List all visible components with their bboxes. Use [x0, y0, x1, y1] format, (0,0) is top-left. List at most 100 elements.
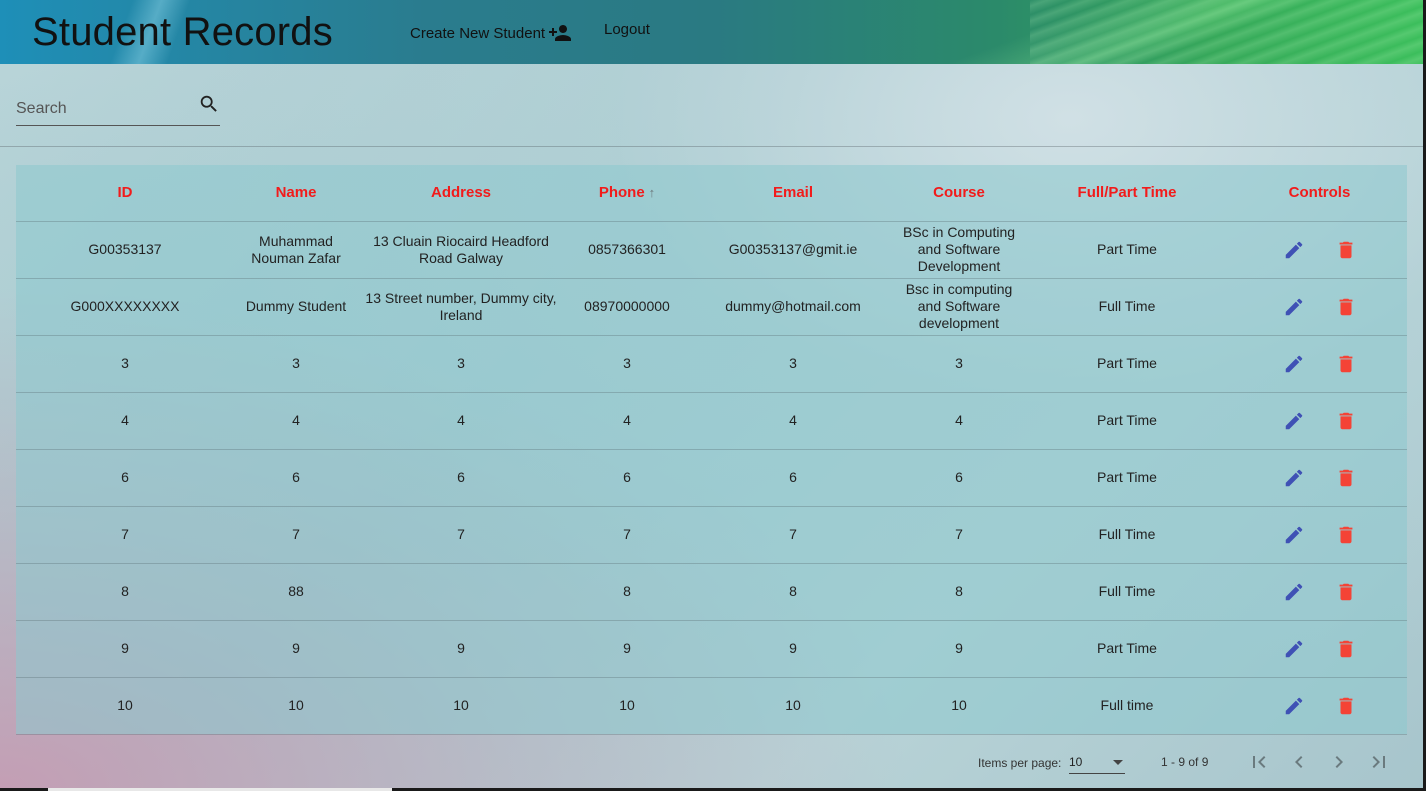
column-header-email[interactable]: Email: [690, 165, 896, 222]
cell-name: 3: [234, 335, 358, 393]
cell-id: 6: [16, 449, 234, 507]
trash-icon[interactable]: [1335, 239, 1357, 261]
cell-id: 7: [16, 506, 234, 564]
page-range: 1 - 9 of 9: [1161, 755, 1209, 769]
row-controls: [1236, 524, 1403, 546]
table-row: 3 3 3 3 3 3 Part Time: [16, 335, 1407, 393]
edit-icon[interactable]: [1283, 353, 1305, 375]
cell-controls: [1232, 563, 1407, 621]
edit-icon[interactable]: [1283, 296, 1305, 318]
trash-icon[interactable]: [1335, 695, 1357, 717]
cell-id: 3: [16, 335, 234, 393]
cell-controls: [1232, 449, 1407, 507]
edit-icon[interactable]: [1283, 581, 1305, 603]
row-controls: [1236, 581, 1403, 603]
column-header-address[interactable]: Address: [358, 165, 564, 222]
cell-email: 10: [690, 677, 896, 735]
cell-id: G000XXXXXXXX: [16, 278, 234, 336]
sort-ascending-icon: ↑: [648, 185, 656, 201]
items-per-page-select[interactable]: 10: [1069, 754, 1125, 774]
first-page-icon[interactable]: [1247, 750, 1271, 774]
app-title: Student Records: [32, 10, 333, 54]
column-header-id[interactable]: ID: [16, 165, 234, 222]
header-sheen: [1030, 0, 1426, 64]
search-icon[interactable]: [198, 93, 220, 115]
cell-time: Part Time: [1022, 620, 1232, 678]
cell-time: Full Time: [1022, 506, 1232, 564]
row-controls: [1236, 239, 1403, 261]
cell-phone: 3: [564, 335, 690, 393]
edit-icon[interactable]: [1283, 695, 1305, 717]
items-per-page-label: Items per page:: [978, 756, 1062, 770]
cell-email: dummy@hotmail.com: [690, 278, 896, 336]
cell-controls: [1232, 620, 1407, 678]
cell-name: Muhammad Nouman Zafar: [234, 221, 358, 279]
cell-phone: 6: [564, 449, 690, 507]
trash-icon[interactable]: [1335, 638, 1357, 660]
create-student-label: Create New Student: [410, 24, 546, 42]
cell-name: 88: [234, 563, 358, 621]
cell-controls: [1232, 221, 1407, 279]
previous-page-icon[interactable]: [1287, 750, 1311, 774]
column-header-name[interactable]: Name: [234, 165, 358, 222]
search-field[interactable]: [16, 90, 220, 126]
cell-phone: 0857366301: [564, 221, 690, 279]
cell-name: 7: [234, 506, 358, 564]
cell-phone: 8: [564, 563, 690, 621]
trash-icon[interactable]: [1335, 296, 1357, 318]
student-table: ID Name Address Phone ↑ Email Course Full…: [16, 165, 1407, 735]
search-input[interactable]: [16, 98, 186, 120]
column-header-phone[interactable]: Phone ↑: [564, 165, 690, 222]
trash-icon[interactable]: [1335, 410, 1357, 432]
column-header-course[interactable]: Course: [896, 165, 1022, 222]
cell-address: 13 Cluain Riocaird Headford Road Galway: [358, 221, 564, 279]
column-header-time[interactable]: Full/Part Time: [1022, 165, 1232, 222]
next-page-icon[interactable]: [1327, 750, 1351, 774]
trash-icon[interactable]: [1335, 467, 1357, 489]
cell-email: G00353137@gmit.ie: [690, 221, 896, 279]
last-page-icon[interactable]: [1367, 750, 1391, 774]
cell-controls: [1232, 278, 1407, 336]
cell-address: 10: [358, 677, 564, 735]
cell-time: Part Time: [1022, 449, 1232, 507]
cell-course: 4: [896, 392, 1022, 450]
table-header-row: ID Name Address Phone ↑ Email Course Full…: [16, 165, 1407, 222]
trash-icon[interactable]: [1335, 581, 1357, 603]
edit-icon[interactable]: [1283, 638, 1305, 660]
edit-icon[interactable]: [1283, 467, 1305, 489]
cell-phone: 4: [564, 392, 690, 450]
cell-email: 9: [690, 620, 896, 678]
cell-name: Dummy Student: [234, 278, 358, 336]
table-row: G000XXXXXXXX Dummy Student 13 Street numbe…: [16, 278, 1407, 336]
cell-address: [358, 563, 564, 621]
cell-address: 9: [358, 620, 564, 678]
cell-id: 10: [16, 677, 234, 735]
paginator-label-wrap: Items per page:: [978, 750, 1061, 776]
edit-icon[interactable]: [1283, 410, 1305, 432]
cell-address: 13 Street number, Dummy city, Ireland: [358, 278, 564, 336]
trash-icon[interactable]: [1335, 353, 1357, 375]
table-row: G00353137 Muhammad Nouman Zafar 13 Cluain …: [16, 221, 1407, 279]
cell-controls: [1232, 392, 1407, 450]
cell-course: 7: [896, 506, 1022, 564]
cell-controls: [1232, 506, 1407, 564]
table-row: 9 9 9 9 9 9 Part Time: [16, 620, 1407, 678]
cell-controls: [1232, 677, 1407, 735]
create-student-link[interactable]: Create New Student: [410, 21, 573, 45]
table-row: 6 6 6 6 6 6 Part Time: [16, 449, 1407, 507]
cell-phone: 10: [564, 677, 690, 735]
cell-phone: 08970000000: [564, 278, 690, 336]
cell-id: 8: [16, 563, 234, 621]
cell-email: 4: [690, 392, 896, 450]
edit-icon[interactable]: [1283, 524, 1305, 546]
cell-name: 10: [234, 677, 358, 735]
logout-link[interactable]: Logout: [604, 21, 650, 41]
edit-icon[interactable]: [1283, 239, 1305, 261]
cell-id: 9: [16, 620, 234, 678]
cell-course: 8: [896, 563, 1022, 621]
cell-phone: 7: [564, 506, 690, 564]
cell-course: Bsc in computing and Software developmen…: [896, 278, 1022, 336]
trash-icon[interactable]: [1335, 524, 1357, 546]
row-controls: [1236, 296, 1403, 318]
cell-address: 4: [358, 392, 564, 450]
